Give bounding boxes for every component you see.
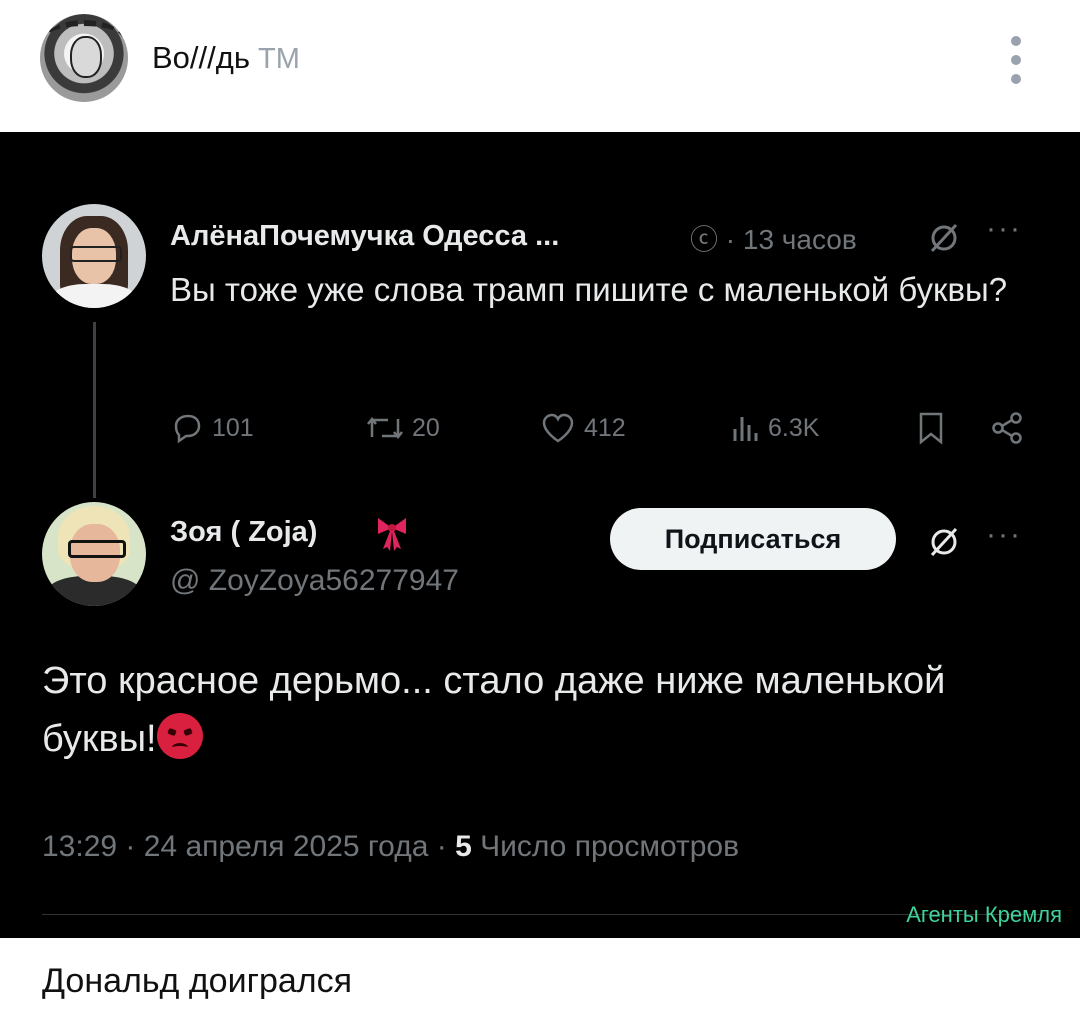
- more-options-icon[interactable]: [1006, 36, 1026, 84]
- retweet-icon: [367, 416, 403, 440]
- share-button[interactable]: [990, 408, 1024, 448]
- reply-count: 101: [212, 413, 254, 442]
- divider: [42, 914, 1042, 915]
- tweet-text: Вы тоже уже слова трамп пишите с маленьк…: [170, 271, 1008, 308]
- post-caption: Дональд доигрался: [42, 962, 353, 1000]
- avatar-face-shape: [70, 36, 102, 78]
- like-button[interactable]: 412: [540, 408, 626, 448]
- reply-icon: [174, 414, 201, 444]
- tweet-author-handle[interactable]: @ ZoyZoya56277947: [170, 564, 459, 598]
- post-header: Bo///дь TM: [0, 0, 1080, 132]
- channel-name[interactable]: Bo///дь TM: [152, 40, 300, 76]
- channel-avatar[interactable]: [40, 14, 128, 102]
- tweet-author-name[interactable]: Зоя ( Zoja): [170, 516, 317, 549]
- views-label: Число просмотров: [471, 830, 740, 863]
- follow-button[interactable]: Подписаться: [610, 508, 896, 570]
- views-icon: [733, 417, 758, 441]
- avatar[interactable]: [42, 502, 146, 606]
- more-icon[interactable]: ···: [986, 212, 1022, 246]
- more-icon[interactable]: ···: [986, 518, 1022, 552]
- tweet-text: Это красное дерьмо... стало даже ниже ма…: [42, 652, 1042, 768]
- tweet-author-name[interactable]: АлёнаПочемучка Одесса ...: [170, 220, 559, 253]
- tweet-meta: ⓒ · 13 часов: [690, 224, 857, 255]
- reply-button[interactable]: 101: [170, 408, 254, 448]
- channel-badge: TM: [258, 43, 300, 75]
- channel-name-text: Bo///дь: [152, 40, 250, 75]
- watermark: Агенты Кремля: [906, 902, 1062, 927]
- heart-icon: [542, 413, 574, 443]
- tweet-timestamp: 13:29 · 24 апреля 2025 года ·: [42, 830, 456, 863]
- retweet-button[interactable]: 20: [366, 408, 440, 448]
- ribbon-emoji-icon: [372, 512, 412, 557]
- share-icon: [992, 412, 1022, 444]
- grok-icon[interactable]: [926, 220, 962, 261]
- views-number: 5: [455, 830, 472, 863]
- views-count: 6.3K: [768, 413, 820, 442]
- grok-icon[interactable]: [926, 524, 962, 565]
- angry-face-emoji-icon: [156, 713, 203, 759]
- retweet-count: 20: [412, 413, 440, 442]
- bookmark-icon: [919, 412, 943, 445]
- like-count: 412: [584, 413, 626, 442]
- thread-line: [93, 322, 96, 498]
- tweet-actions: 101 20 412 6.3K: [170, 408, 1040, 448]
- avatar[interactable]: [42, 204, 146, 308]
- bookmark-button[interactable]: [916, 408, 946, 448]
- tweet-timestamp-views: 13:29 · 24 апреля 2025 года · 5 Число пр…: [42, 830, 739, 864]
- views-button[interactable]: 6.3K: [730, 408, 819, 448]
- tweet-screenshot: АлёнаПочемучка Одесса ... ⓒ · 13 часов ·…: [0, 132, 1080, 938]
